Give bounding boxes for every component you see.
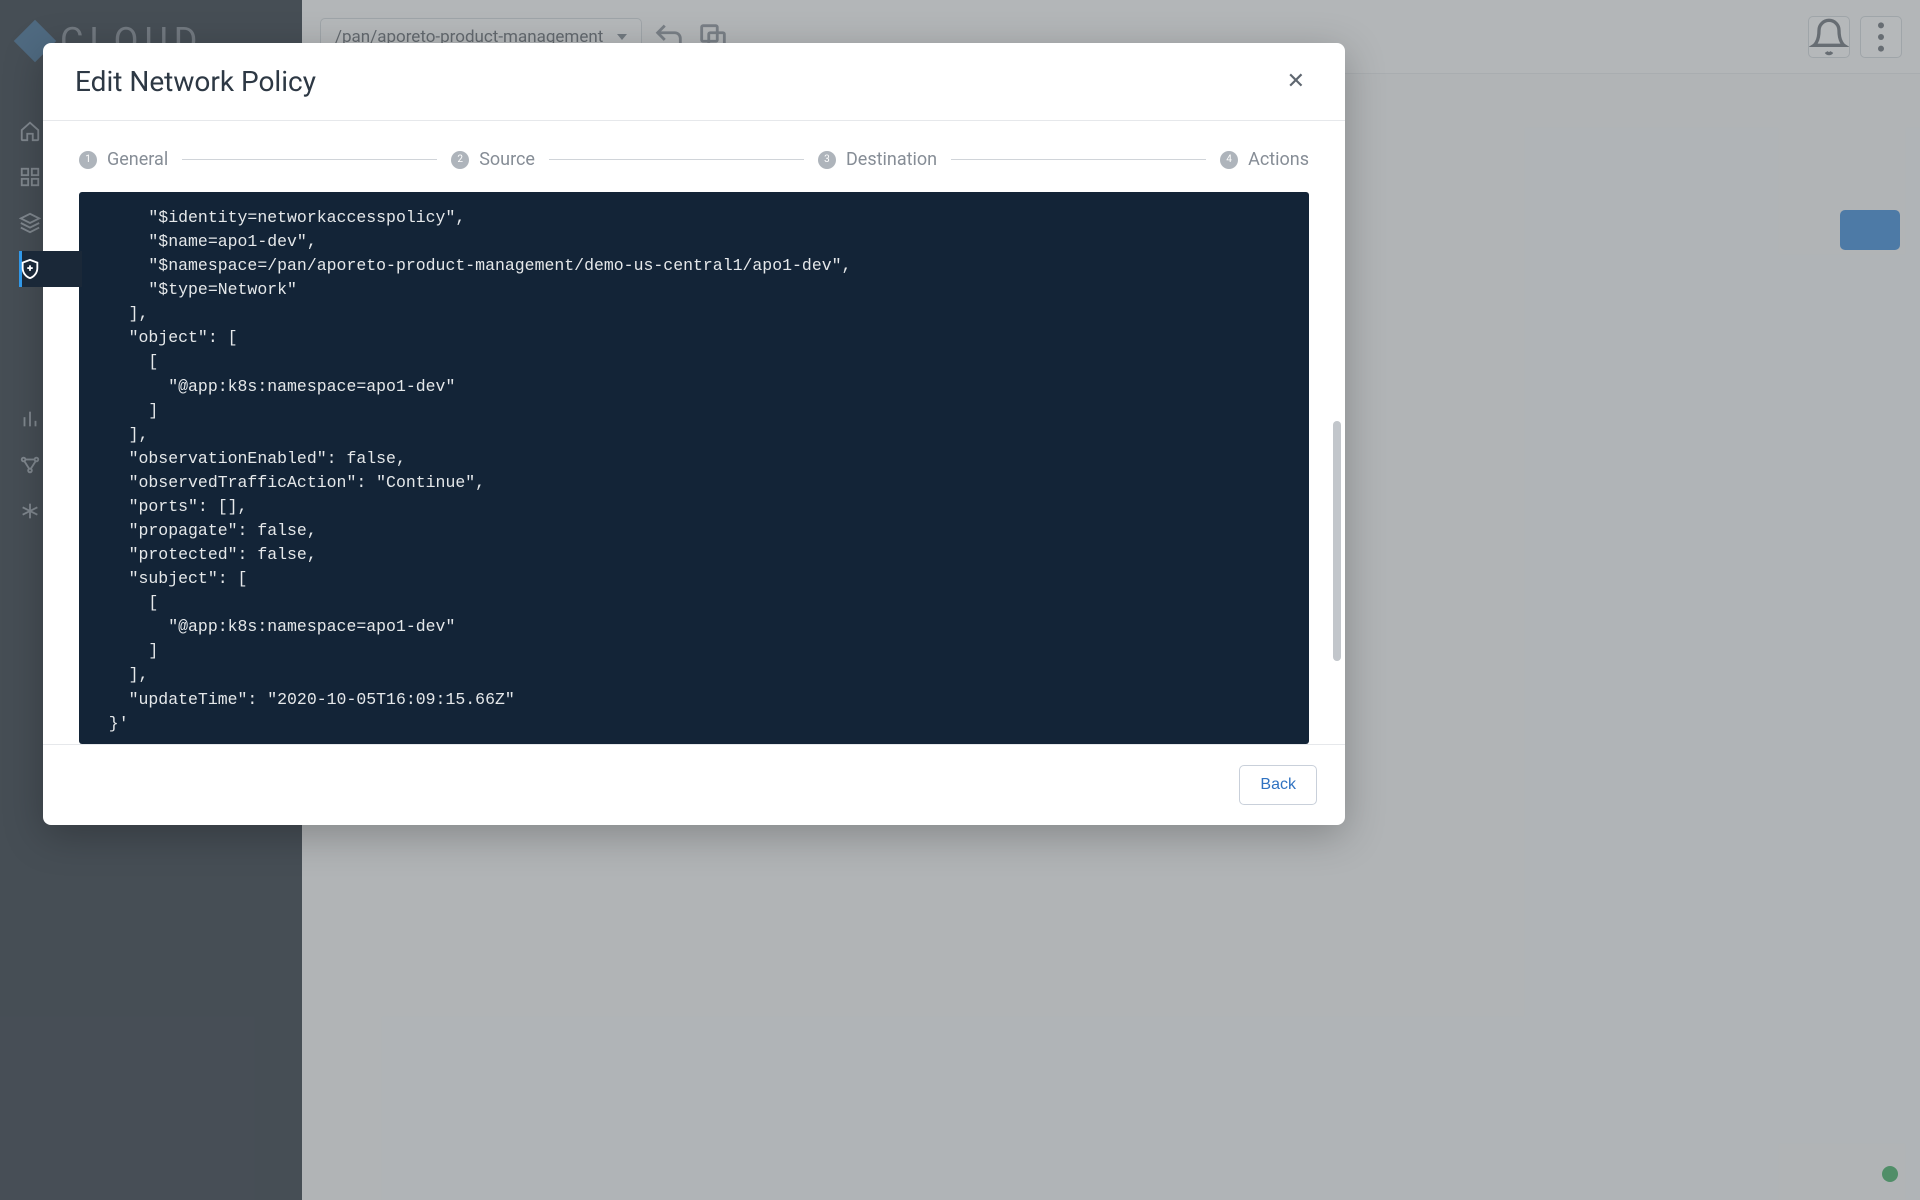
step-source[interactable]: 2 Source [451, 149, 535, 170]
step-number: 1 [79, 151, 97, 169]
wizard-stepper: 1 General 2 Source 3 Destination 4 Actio… [79, 149, 1309, 170]
modal-title: Edit Network Policy [75, 65, 316, 98]
modal-overlay: Edit Network Policy ✕ 1 General 2 Source… [0, 0, 1920, 1200]
step-connector [549, 159, 804, 160]
shield-icon[interactable] [19, 258, 41, 280]
step-label: Destination [846, 149, 937, 170]
step-general[interactable]: 1 General [79, 149, 168, 170]
close-icon[interactable]: ✕ [1279, 65, 1313, 98]
step-label: General [107, 149, 168, 170]
step-connector [182, 159, 437, 160]
step-destination[interactable]: 3 Destination [818, 149, 937, 170]
step-label: Source [479, 149, 535, 170]
back-button[interactable]: Back [1239, 765, 1317, 805]
step-number: 2 [451, 151, 469, 169]
policy-json-code[interactable]: "$identity=networkaccesspolicy", "$name=… [79, 192, 1309, 744]
step-label: Actions [1248, 149, 1309, 170]
step-number: 3 [818, 151, 836, 169]
step-connector [951, 159, 1206, 160]
step-number: 4 [1220, 151, 1238, 169]
modal-header: Edit Network Policy ✕ [43, 43, 1345, 121]
step-actions[interactable]: 4 Actions [1220, 149, 1309, 170]
edit-policy-modal: Edit Network Policy ✕ 1 General 2 Source… [43, 43, 1345, 825]
scrollbar-thumb[interactable] [1333, 421, 1341, 661]
modal-body: 1 General 2 Source 3 Destination 4 Actio… [43, 121, 1345, 744]
modal-footer: Back [43, 744, 1345, 825]
